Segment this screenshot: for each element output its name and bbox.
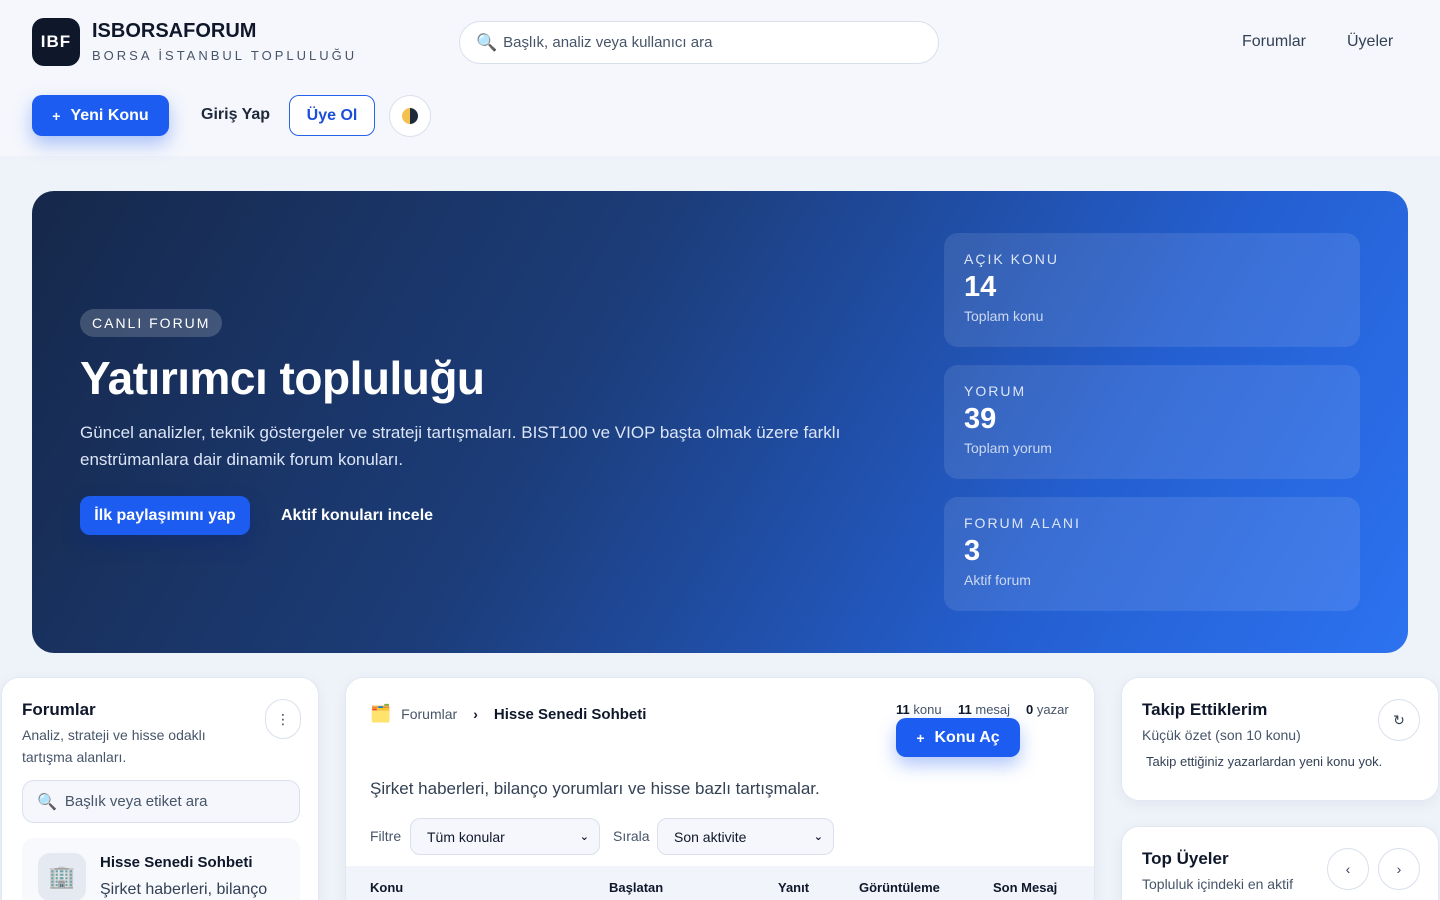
folder-icon: 🗂️ xyxy=(370,704,392,723)
messages-count-value: 11 xyxy=(958,702,972,717)
menu-icon: ⋮ xyxy=(276,710,290,727)
breadcrumb: 🗂️ Forumlar › Hisse Senedi Sohbeti xyxy=(370,704,646,724)
sort-select[interactable]: Son aktivite ⌄ xyxy=(657,818,834,855)
live-forum-badge: CANLI FORUM xyxy=(80,309,223,337)
chevron-left-icon: ‹ xyxy=(1345,861,1351,877)
breadcrumb-root[interactable]: Forumlar xyxy=(401,706,457,722)
following-empty-message: Takip ettiğiniz yazarlardan yeni konu yo… xyxy=(1146,754,1383,769)
theme-toggle-button[interactable] xyxy=(389,95,431,137)
topics-count-value: 11 xyxy=(896,702,910,717)
nav-members-link[interactable]: Üyeler xyxy=(1347,33,1393,51)
messages-count-label: mesaj xyxy=(975,702,1011,717)
new-topic-label: Yeni Konu xyxy=(70,106,149,124)
filter-label: Filtre xyxy=(370,828,402,844)
sort-label: Sırala xyxy=(613,828,650,844)
sort-select-value: Son aktivite xyxy=(674,828,747,845)
following-description: Küçük özet (son 10 konu) xyxy=(1142,727,1301,743)
following-panel: Takip Ettiklerim Küçük özet (son 10 konu… xyxy=(1121,677,1439,801)
forums-sidebar: Forumlar Analiz, strateji ve hisse odakl… xyxy=(1,677,319,900)
chevron-right-icon: › xyxy=(473,706,478,722)
stat-forum-areas: FORUM ALANI 3 Aktif forum xyxy=(944,497,1360,611)
search-icon: 🔍 xyxy=(37,793,57,811)
forum-item-desc: Şirket haberleri, bilanço xyxy=(100,881,268,898)
first-post-button[interactable]: İlk paylaşımını yap xyxy=(80,496,250,535)
open-topic-button[interactable]: + Konu Aç xyxy=(896,718,1020,757)
login-button[interactable]: Giriş Yap xyxy=(201,106,270,124)
hero-title: Yatırımcı topluluğu xyxy=(80,352,485,404)
chevron-right-icon: › xyxy=(1396,861,1402,877)
stat-sub: Aktif forum xyxy=(964,572,1031,588)
active-topics-link[interactable]: Aktif konuları incele xyxy=(281,507,433,525)
half-moon-icon xyxy=(402,108,418,124)
column-topic[interactable]: Konu xyxy=(370,880,403,895)
brand-subtitle: BORSA İSTANBUL TOPLULUĞU xyxy=(92,48,358,63)
stat-sub: Toplam yorum xyxy=(964,440,1052,456)
topics-count-label: konu xyxy=(913,702,942,717)
sidebar-item-stock-chat[interactable]: 🏢 Hisse Senedi Sohbeti Şirket haberleri,… xyxy=(22,838,300,900)
top-members-description: Topluluk içindeki en aktif xyxy=(1142,876,1293,892)
refresh-icon: ↻ xyxy=(1393,711,1405,728)
sidebar-options-button[interactable]: ⋮ xyxy=(265,699,301,739)
logo[interactable]: IBF xyxy=(32,18,80,66)
filter-select-value: Tüm konular xyxy=(427,828,505,845)
column-starter[interactable]: Başlatan xyxy=(609,880,663,895)
site-header: IBF ISBORSAFORUM BORSA İSTANBUL TOPLULUĞ… xyxy=(0,0,1440,156)
column-views[interactable]: Görüntüleme xyxy=(859,880,940,895)
top-members-next-button[interactable]: › xyxy=(1378,848,1420,890)
stat-sub: Toplam konu xyxy=(964,308,1044,324)
stat-value: 14 xyxy=(964,271,997,303)
open-topic-label: Konu Aç xyxy=(934,728,1000,746)
hero-description: Güncel analizler, teknik göstergeler ve … xyxy=(80,423,841,469)
top-members-panel: Top Üyeler Topluluk içindeki en aktif ‹ … xyxy=(1121,826,1439,900)
forum-description: Şirket haberleri, bilanço yorumları ve h… xyxy=(370,779,820,798)
stat-value: 3 xyxy=(964,535,981,567)
topics-table-header: Konu Başlatan Yanıt Görüntüleme Son Mesa… xyxy=(346,866,1094,900)
building-icon: 🏢 xyxy=(38,853,86,900)
nav-forums-link[interactable]: Forumlar xyxy=(1242,33,1306,51)
chevron-down-icon: ⌄ xyxy=(579,831,589,843)
hero-banner: CANLI FORUM Yatırımcı topluluğu Güncel a… xyxy=(32,191,1408,653)
stat-value: 39 xyxy=(964,403,997,435)
search-bar[interactable]: 🔍 xyxy=(459,21,939,64)
forum-search-input[interactable] xyxy=(64,793,285,810)
chevron-down-icon: ⌄ xyxy=(813,831,823,843)
register-button[interactable]: Üye Ol xyxy=(289,95,375,136)
new-topic-button[interactable]: + Yeni Konu xyxy=(32,95,169,136)
plus-icon: + xyxy=(52,107,61,124)
brand-name[interactable]: ISBORSAFORUM xyxy=(92,20,256,43)
stat-open-topics: AÇIK KONU 14 Toplam konu xyxy=(944,233,1360,347)
stat-comments: YORUM 39 Toplam yorum xyxy=(944,365,1360,479)
filter-select[interactable]: Tüm konular ⌄ xyxy=(410,818,600,855)
forum-item-name: Hisse Senedi Sohbeti xyxy=(100,854,253,871)
writers-count-value: 0 xyxy=(1026,702,1034,717)
writers-count: 0 yazar xyxy=(1026,702,1069,717)
sidebar-description: Analiz, strateji ve hisse odaklı tartışm… xyxy=(22,727,206,765)
stat-label: AÇIK KONU xyxy=(964,251,1060,267)
following-refresh-button[interactable]: ↻ xyxy=(1378,699,1420,741)
column-last-message[interactable]: Son Mesaj xyxy=(993,880,1057,895)
top-members-prev-button[interactable]: ‹ xyxy=(1327,848,1369,890)
sidebar-title: Forumlar xyxy=(22,700,96,719)
stat-label: YORUM xyxy=(964,383,1027,399)
stat-label: FORUM ALANI xyxy=(964,515,1081,531)
following-title: Takip Ettiklerim xyxy=(1142,700,1268,719)
breadcrumb-current: Hisse Senedi Sohbeti xyxy=(493,705,647,723)
search-icon: 🔍 xyxy=(476,32,498,52)
forum-main-panel: 🗂️ Forumlar › Hisse Senedi Sohbeti 11 ko… xyxy=(345,677,1095,900)
forum-search-bar[interactable]: 🔍 xyxy=(22,780,300,823)
writers-count-label: yazar xyxy=(1036,702,1069,717)
search-input[interactable] xyxy=(503,34,924,51)
plus-icon: + xyxy=(916,729,925,746)
column-replies[interactable]: Yanıt xyxy=(778,880,809,895)
topics-count: 11 konu xyxy=(896,702,942,717)
top-members-title: Top Üyeler xyxy=(1142,849,1229,868)
messages-count: 11 mesaj xyxy=(958,702,1010,717)
